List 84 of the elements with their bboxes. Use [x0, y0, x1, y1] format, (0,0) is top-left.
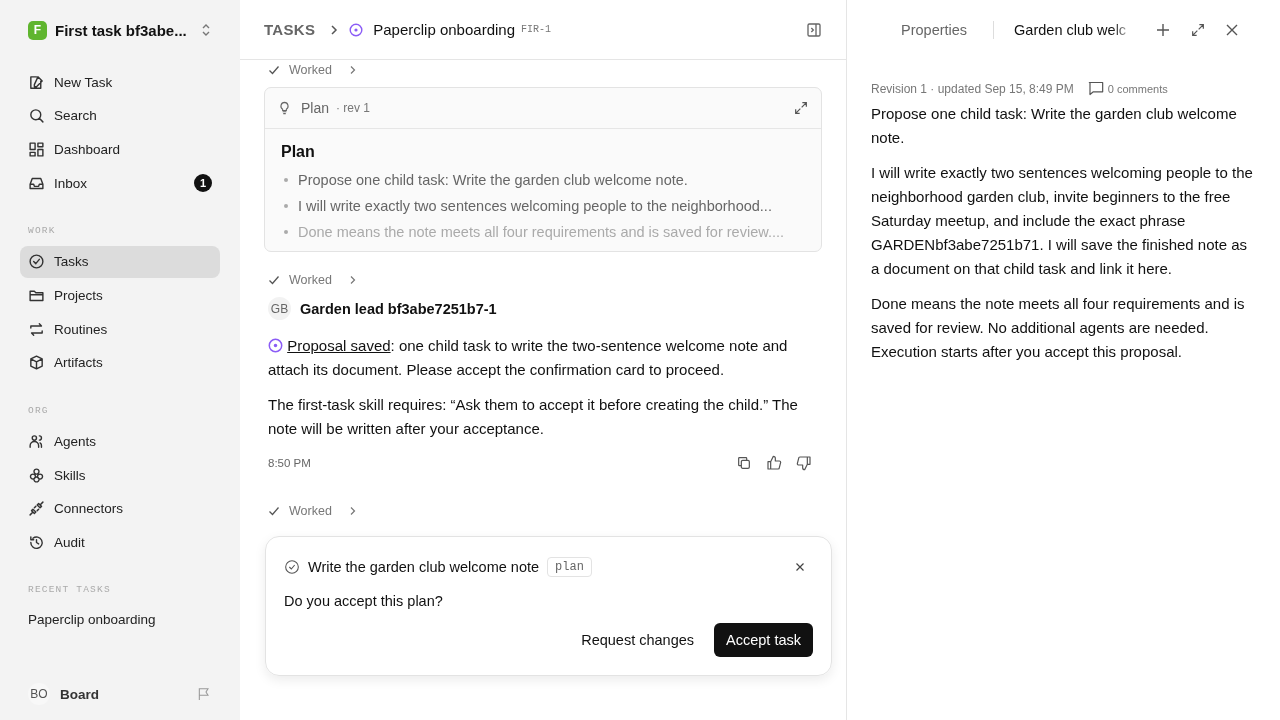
- question-text: Do you accept this plan?: [284, 593, 444, 609]
- message-time: 8:50 PM: [268, 457, 311, 469]
- task-code: FIR-1: [521, 24, 552, 35]
- expand-icon[interactable]: [1190, 22, 1207, 38]
- section-heading: WORK: [27, 223, 57, 238]
- section-heading: RECENT TASKS: [27, 583, 112, 598]
- chevron-right-icon: [329, 23, 340, 36]
- panel-toggle-icon[interactable]: [806, 21, 822, 38]
- nav-item[interactable]: Tasks: [20, 245, 220, 278]
- search-icon: [28, 107, 45, 125]
- bullet-icon: [284, 204, 288, 208]
- check-circle-icon: [284, 559, 300, 575]
- plan-bullet: Done means the note meets all four requirements and is saved for review....: [298, 224, 784, 240]
- accept-button[interactable]: Accept task: [714, 623, 813, 657]
- nav-item[interactable]: Audit: [20, 526, 220, 559]
- chevron-right-icon: [348, 275, 357, 285]
- chevron-updown-icon[interactable]: [200, 22, 212, 38]
- worked-toggle[interactable]: Worked: [268, 60, 822, 80]
- lightbulb-icon: [277, 100, 292, 116]
- task-title: Paperclip onboarding: [373, 21, 515, 38]
- user-name[interactable]: Board: [60, 686, 186, 702]
- request-changes-button[interactable]: Request changes: [581, 623, 695, 657]
- workspace-logo: F: [28, 20, 47, 40]
- copy-icon[interactable]: [736, 455, 752, 471]
- plan-bullet: I will write exactly two sentences welcoming people to the neighborhood...: [298, 198, 772, 214]
- nav-item[interactable]: Inbox 1: [20, 167, 220, 200]
- plug-icon: [28, 500, 45, 518]
- worked-toggle[interactable]: Worked: [268, 270, 822, 290]
- recent-task-link[interactable]: Paperclip onboarding: [20, 605, 220, 635]
- plan-heading: Plan: [281, 143, 316, 161]
- nav-item[interactable]: Dashboard: [20, 133, 220, 166]
- document-paragraph: Propose one child task: Write the garden club welcome note.: [871, 104, 1238, 148]
- status-circle-icon: [268, 338, 283, 353]
- revision-label: · rev 1: [336, 101, 371, 115]
- cubes-icon: [28, 466, 45, 484]
- status-circle-icon: [349, 22, 364, 37]
- bullet-icon: [284, 178, 288, 182]
- card-title: Write the garden club welcome note: [308, 559, 540, 575]
- comments-link[interactable]: 0 comments: [1107, 82, 1168, 95]
- document-paragraph: Done means the note meets all four requirements and is saved for review. No additional agents are needed. Execution starts after you accept this proposal.: [871, 294, 1246, 362]
- thumbs-down-icon[interactable]: [796, 455, 812, 471]
- close-icon[interactable]: [795, 562, 805, 572]
- nav-item[interactable]: Projects: [20, 279, 220, 312]
- chevron-right-icon: [348, 506, 357, 516]
- dashboard-icon: [28, 140, 45, 158]
- author-name: Garden lead bf3abe7251b7-1: [300, 300, 497, 317]
- thumbs-up-icon[interactable]: [766, 455, 782, 471]
- nav-item[interactable]: Routines: [20, 313, 220, 346]
- comment-icon[interactable]: [1087, 81, 1104, 96]
- check-icon: [268, 505, 280, 517]
- nav-item[interactable]: Skills: [20, 459, 220, 492]
- plan-bullet: Propose one child task: Write the garden club welcome note.: [298, 172, 688, 188]
- worked-toggle[interactable]: Worked: [268, 501, 822, 521]
- plus-icon[interactable]: [1156, 23, 1171, 37]
- close-icon[interactable]: [1226, 24, 1239, 36]
- section-heading: ORG: [27, 403, 50, 418]
- check-icon: [268, 274, 280, 286]
- panel-tab[interactable]: Garden club welc: [1014, 22, 1137, 38]
- nav-item[interactable]: Connectors: [20, 492, 220, 525]
- check-icon: [268, 64, 280, 76]
- message-text: Proposal saved: one child task to write the two-sentence welcome note and attach its document. Please accept the confirmation card to proceed.: [268, 336, 789, 380]
- expand-icon[interactable]: [793, 100, 809, 116]
- proposal-link[interactable]: Proposal saved: [287, 337, 391, 354]
- document-paragraph: I will write exactly two sentences welcoming people to the neighborhood garden club, invite beginners to the free Saturday meetup, and include the exact phrase GARDENbf3abe7251b71. I will save the finished note as a document on that child task and link it here.: [871, 163, 1254, 279]
- nav-item[interactable]: New Task: [20, 66, 220, 98]
- plan-tag: plan: [547, 557, 592, 577]
- agent-avatar: GB: [268, 297, 291, 320]
- message-text: The first-task skill requires: “Ask them to accept it before creating the child.” The note will be written after your acceptance.: [268, 395, 799, 439]
- nav-item[interactable]: Search: [20, 99, 220, 132]
- revision-meta: Revision 1 · updated Sep 15, 8:49 PM: [871, 81, 1074, 96]
- people-icon: [28, 433, 45, 450]
- count-badge: 1: [194, 174, 212, 193]
- workspace-name[interactable]: First task bf3abe...: [55, 21, 192, 39]
- cube-icon: [28, 354, 45, 372]
- repeat-icon: [28, 320, 45, 338]
- panel-tab[interactable]: Properties: [901, 22, 968, 38]
- breadcrumb-link[interactable]: TASKS: [264, 21, 316, 38]
- plan-label: Plan: [301, 100, 330, 116]
- history-icon: [28, 534, 45, 552]
- nav-item[interactable]: Agents: [20, 425, 220, 458]
- nav-item[interactable]: Artifacts: [20, 346, 220, 379]
- chevron-right-icon: [348, 65, 357, 75]
- user-avatar: BO: [28, 683, 50, 705]
- bullet-icon: [284, 230, 288, 234]
